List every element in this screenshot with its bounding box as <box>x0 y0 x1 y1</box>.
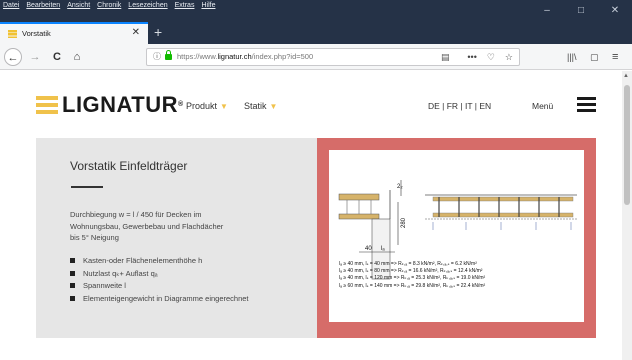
formula-line: lₐ ≥ 40 mm, lₛ = 120 mm => Rₖ,ₐ = 25.3 k… <box>339 275 486 282</box>
reload-button[interactable]: C <box>48 48 66 66</box>
list-item: Spannweite l <box>70 280 250 292</box>
pocket-icon[interactable]: ♡ <box>487 49 495 65</box>
formula-line: lₐ ≥ 40 mm, lₛ = 40 mm => Rₖ,ₐ = 8.3 kN/… <box>339 261 477 267</box>
site-menu-icon[interactable] <box>577 97 596 112</box>
sidebar-icon[interactable]: ▢ <box>590 48 599 66</box>
card-text: Vorstatik Einfeldträger Durchbiegung w =… <box>36 138 316 338</box>
menu-ansicht[interactable]: Ansicht <box>67 0 90 11</box>
page-actions-icon[interactable]: ••• <box>467 49 476 65</box>
beam-cross-section-drawing: 2₂ 280 40 lₐ <box>338 180 577 280</box>
einfeldtraeger-diagram[interactable]: 2₂ 280 40 lₐ lₐ ≥ 40 mm, lₛ = 40 mm => R… <box>329 150 584 322</box>
reader-view-icon[interactable]: ▤ <box>441 49 450 65</box>
lignatur-logo[interactable]: LIGNATUR® <box>36 94 184 116</box>
nav-statik-label: Statik <box>244 101 267 111</box>
menu-datei[interactable]: Datei <box>3 0 19 11</box>
lignatur-favicon-icon <box>8 30 17 38</box>
menu-lesezeichen[interactable]: Lesezeichen <box>128 0 167 11</box>
forward-button[interactable]: → <box>26 48 44 66</box>
vorstatik-card: Vorstatik Einfeldträger Durchbiegung w =… <box>36 138 596 338</box>
formula-line: lₐ ≥ 40 mm, lₛ = 80 mm => Rₖ,ₐ = 16.6 kN… <box>339 268 483 275</box>
menu-extras[interactable]: Extras <box>175 0 195 11</box>
browser-menu-bar: Datei Bearbeiten Ansicht Chronik Lesezei… <box>0 0 215 11</box>
tab-close-icon[interactable]: ✕ <box>132 26 140 40</box>
tab-strip: Vorstatik ✕ + <box>0 22 632 44</box>
logo-bars-icon <box>36 96 58 114</box>
beam-top-plank <box>338 193 380 201</box>
formula-line: lₐ ≥ 60 mm, lₛ = 140 mm => Rₖ,ₐ = 29.8 k… <box>339 282 486 289</box>
card-description: Durchbiegung w = l / 450 für Decken im W… <box>70 210 224 242</box>
home-button[interactable]: ⌂ <box>68 48 86 66</box>
title-divider <box>71 186 103 188</box>
menu-chronik[interactable]: Chronik <box>97 0 121 11</box>
menu-label[interactable]: Menü <box>532 100 553 112</box>
maximize-button[interactable]: □ <box>564 0 598 22</box>
load-capacity-formulas: lₐ ≥ 40 mm, lₛ = 40 mm => Rₖ,ₐ = 8.3 kN/… <box>339 261 485 290</box>
card-title: Vorstatik Einfeldträger <box>70 159 188 173</box>
window-controls: – □ ✕ <box>530 0 632 22</box>
new-tab-button[interactable]: + <box>154 23 162 41</box>
triangle-down-icon: ▼ <box>269 102 278 111</box>
element-top-flange <box>432 196 574 202</box>
page-scrollbar[interactable]: ▲ <box>622 71 632 360</box>
minimize-button[interactable]: – <box>530 0 564 22</box>
dim-width-label: 40 <box>365 246 372 252</box>
bookmark-star-icon[interactable]: ☆ <box>505 49 513 65</box>
list-item: Nutzlast qₖ+ Auflast qₐ <box>70 268 250 280</box>
criteria-list: Kasten-oder Flächenelementhöhe h Nutzlas… <box>70 255 250 305</box>
element-bottom-flange <box>432 212 574 218</box>
language-switcher[interactable]: DE | FR | IT | EN <box>428 100 491 112</box>
library-icon[interactable]: |||\ <box>567 48 577 66</box>
diagram-frame[interactable]: 2₂ 280 40 lₐ lₐ ≥ 40 mm, lₛ = 40 mm => R… <box>317 138 596 338</box>
title-bar: Datei Bearbeiten Ansicht Chronik Lesezei… <box>0 0 632 22</box>
scroll-thumb[interactable] <box>624 85 630 205</box>
menu-bearbeiten[interactable]: Bearbeiten <box>26 0 60 11</box>
triangle-down-icon: ▼ <box>220 102 228 111</box>
back-button[interactable]: ← <box>4 48 22 66</box>
menu-hilfe[interactable]: Hilfe <box>201 0 215 11</box>
site-info-icon[interactable]: ⓘ <box>153 49 161 65</box>
list-item: Elementeigengewicht in Diagramme eingere… <box>70 293 250 305</box>
list-item: Kasten-oder Flächenelementhöhe h <box>70 255 250 267</box>
url-tools: ••• ♡ ☆ <box>467 49 513 65</box>
beam-bottom-plank <box>338 213 380 220</box>
hamburger-menu-icon[interactable]: ≡ <box>612 48 618 66</box>
dim-top-label: 2₂ <box>397 184 403 190</box>
navigation-toolbar: ← → C ⌂ ⓘ https://www.lignatur.ch/index.… <box>0 44 632 70</box>
nav-produkt[interactable]: Produkt ▼ <box>186 100 228 113</box>
tab-vorstatik[interactable]: Vorstatik ✕ <box>0 22 148 44</box>
element-dim-lines <box>432 222 572 230</box>
nav-statik[interactable]: Statik ▼ <box>244 100 277 113</box>
dim-height-label: 280 <box>401 217 407 228</box>
close-window-button[interactable]: ✕ <box>598 0 632 22</box>
logo-text: LIGNATUR® <box>62 92 184 117</box>
url-bar[interactable]: ⓘ https://www.lignatur.ch/index.php?id=5… <box>146 48 520 66</box>
page-viewport: LIGNATUR® Produkt ▼ Statik ▼ DE | FR | IT … <box>0 71 622 360</box>
lock-icon[interactable] <box>165 50 172 60</box>
tab-title: Vorstatik <box>22 29 51 38</box>
scroll-up-icon[interactable]: ▲ <box>623 73 629 79</box>
url-text[interactable]: https://www.lignatur.ch/index.php?id=500 <box>177 49 313 65</box>
nav-produkt-label: Produkt <box>186 101 218 111</box>
